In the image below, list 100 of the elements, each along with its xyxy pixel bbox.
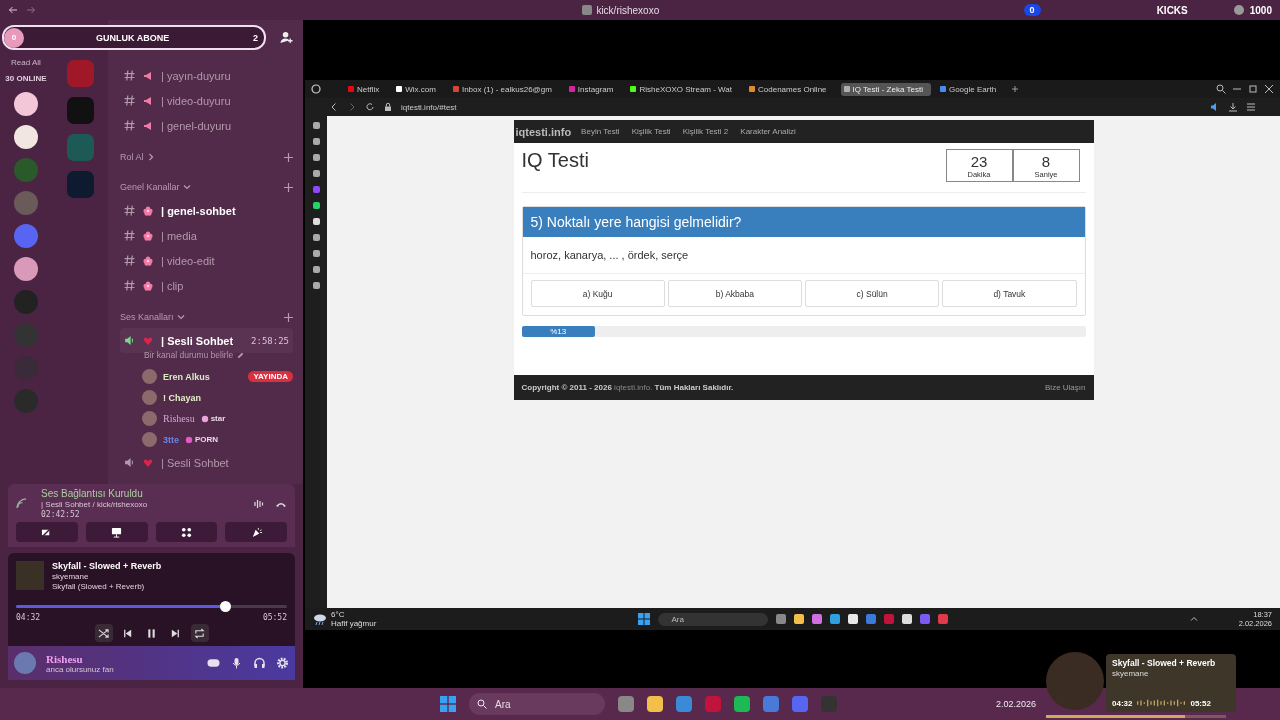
answer-button[interactable]: c) Sülün: [805, 280, 940, 307]
sidebar-app-icon[interactable]: [312, 250, 320, 257]
browser-logo-icon[interactable]: [311, 84, 321, 94]
hash-icon: [124, 70, 135, 81]
restore-icon[interactable]: [1248, 84, 1258, 94]
shuffle-button[interactable]: [94, 624, 113, 642]
count-badge: 0: [4, 27, 24, 48]
browser-tab[interactable]: Wix.com: [393, 82, 444, 96]
chevron-up-icon[interactable]: [1188, 614, 1199, 624]
sidebar-app-icon[interactable]: [312, 218, 320, 225]
add-channel-icon[interactable]: [284, 182, 293, 192]
browser-tab[interactable]: Inbox (1) - ealkus26@gm: [449, 82, 560, 96]
category-header[interactable]: Rol Al: [120, 152, 144, 162]
browser-tab[interactable]: Netflix: [345, 82, 388, 96]
add-channel-icon[interactable]: [284, 312, 293, 322]
forward-icon[interactable]: [347, 102, 357, 112]
browser-tab[interactable]: Google Earth: [936, 82, 1005, 96]
album-name: Skyfall (Slowed + Reverb): [52, 582, 146, 591]
progress-label: %13: [550, 327, 567, 336]
screen-share-button[interactable]: [85, 522, 148, 542]
hash-icon: [124, 280, 135, 291]
custom-status: anca olursunuz fan: [46, 664, 115, 674]
heart-icon: [143, 457, 153, 468]
answer-button[interactable]: b) Akbaba: [667, 280, 802, 307]
browser-tab[interactable]: RisheXOXO Stream - Wat: [627, 82, 741, 96]
sidebar-app-icon[interactable]: [312, 170, 320, 177]
category-header[interactable]: Ses Kanalları: [120, 312, 174, 322]
back-icon[interactable]: [8, 5, 18, 15]
user-avatar[interactable]: [14, 652, 36, 674]
nav-link[interactable]: Karakter Analizi: [740, 127, 796, 136]
back-icon[interactable]: [329, 102, 339, 112]
sidebar-app-icon[interactable]: [312, 234, 320, 241]
close-icon[interactable]: [1264, 84, 1274, 94]
channel-name: | video-duyuru: [161, 94, 231, 107]
channel-name: | video-edit: [161, 254, 215, 267]
nav-link[interactable]: Kişilik Testi 2: [682, 127, 729, 136]
pencil-icon[interactable]: [237, 351, 245, 359]
call-duration: 02:42:52: [41, 510, 81, 519]
browser-tab[interactable]: IQ Testi - Zeka Testi: [840, 82, 931, 96]
taskbar-app-icon[interactable]: [829, 614, 840, 624]
sidebar-app-icon[interactable]: [312, 282, 320, 289]
nav-link[interactable]: Beyin Testi: [581, 127, 620, 136]
channel-status[interactable]: Bir kanal durumu belirle: [144, 350, 234, 360]
answer-button[interactable]: a) Kuğu: [530, 280, 665, 307]
browser-tab[interactable]: Instagram: [565, 82, 622, 96]
site-logo[interactable]: iqtesti.info: [515, 125, 572, 138]
sidebar-app-icon[interactable]: [312, 138, 320, 145]
sidebar-app-icon[interactable]: [312, 122, 320, 129]
search-icon[interactable]: [1216, 84, 1226, 94]
nav-link[interactable]: Kişilik Testi: [631, 127, 671, 136]
headphones-icon[interactable]: [253, 657, 266, 669]
reload-icon[interactable]: [365, 102, 375, 112]
taskbar-app-icon[interactable]: [901, 614, 912, 624]
read-all-link[interactable]: Read All: [11, 58, 41, 67]
search-field[interactable]: Ara: [469, 693, 605, 715]
windows-logo-icon[interactable]: [440, 696, 456, 712]
windows-logo-icon[interactable]: [637, 613, 650, 625]
microphone-icon[interactable]: [230, 657, 243, 669]
sidebar-app-icon[interactable]: [312, 154, 320, 161]
member-name[interactable]: Eren Alkus: [163, 371, 210, 382]
settings-icon[interactable]: [276, 657, 289, 669]
search-field[interactable]: Ara: [657, 612, 768, 626]
avatar: [142, 411, 157, 426]
sidebar-app-icon[interactable]: [312, 266, 320, 273]
add-channel-icon[interactable]: [284, 152, 293, 162]
repeat-button[interactable]: [190, 624, 209, 642]
track-title: Skyfall - Slowed + Reverb: [1112, 658, 1217, 668]
sidebar-app-icon[interactable]: [312, 202, 320, 209]
role-tag: PORN: [185, 435, 219, 444]
goal-count: 2: [253, 32, 258, 43]
hash-icon: [124, 205, 135, 216]
download-icon[interactable]: [1228, 102, 1238, 112]
rain-cloud-icon: [313, 612, 327, 626]
previous-icon: [122, 627, 133, 639]
avatar: [142, 369, 157, 384]
connection-status: Ses Bağlantısı Kuruldu: [41, 488, 144, 499]
category-header[interactable]: Genel Kanallar: [120, 182, 180, 192]
contact-link[interactable]: Bize Ulaşın: [1045, 383, 1086, 392]
menu-icon[interactable]: [1246, 102, 1256, 112]
member-name[interactable]: Rishesu: [163, 413, 195, 424]
add-member-icon[interactable]: [280, 31, 293, 44]
new-tab-icon[interactable]: [1010, 84, 1021, 94]
taskbar-app-icon[interactable]: [811, 614, 822, 624]
member-name[interactable]: ! Chayan: [163, 392, 201, 403]
browser-tab[interactable]: Codenames Online: [746, 82, 835, 96]
question-title: 5) Noktalı yere hangisi gelmelidir?: [530, 214, 742, 230]
pause-icon: [146, 627, 157, 639]
shuffle-icon: [98, 627, 109, 639]
voice-timer: 2:58:25: [251, 335, 289, 346]
address-field[interactable]: iqtesti.info/#test: [401, 102, 457, 112]
voice-channel-link[interactable]: | Sesli Sohbet / kick/rishexoxo: [41, 500, 243, 509]
taskbar-app-icon[interactable]: [793, 614, 804, 624]
soundboard-button[interactable]: [225, 522, 287, 542]
taskbar-app-icon[interactable]: [847, 614, 858, 624]
activities-button[interactable]: [155, 522, 218, 542]
camera-off-button[interactable]: [16, 522, 78, 542]
live-badge: YAYINDA: [248, 371, 293, 382]
waveform-icon[interactable]: [253, 497, 265, 510]
answer-button[interactable]: d) Tavuk: [942, 280, 1077, 307]
channel-name: | genel-duyuru: [161, 119, 232, 132]
